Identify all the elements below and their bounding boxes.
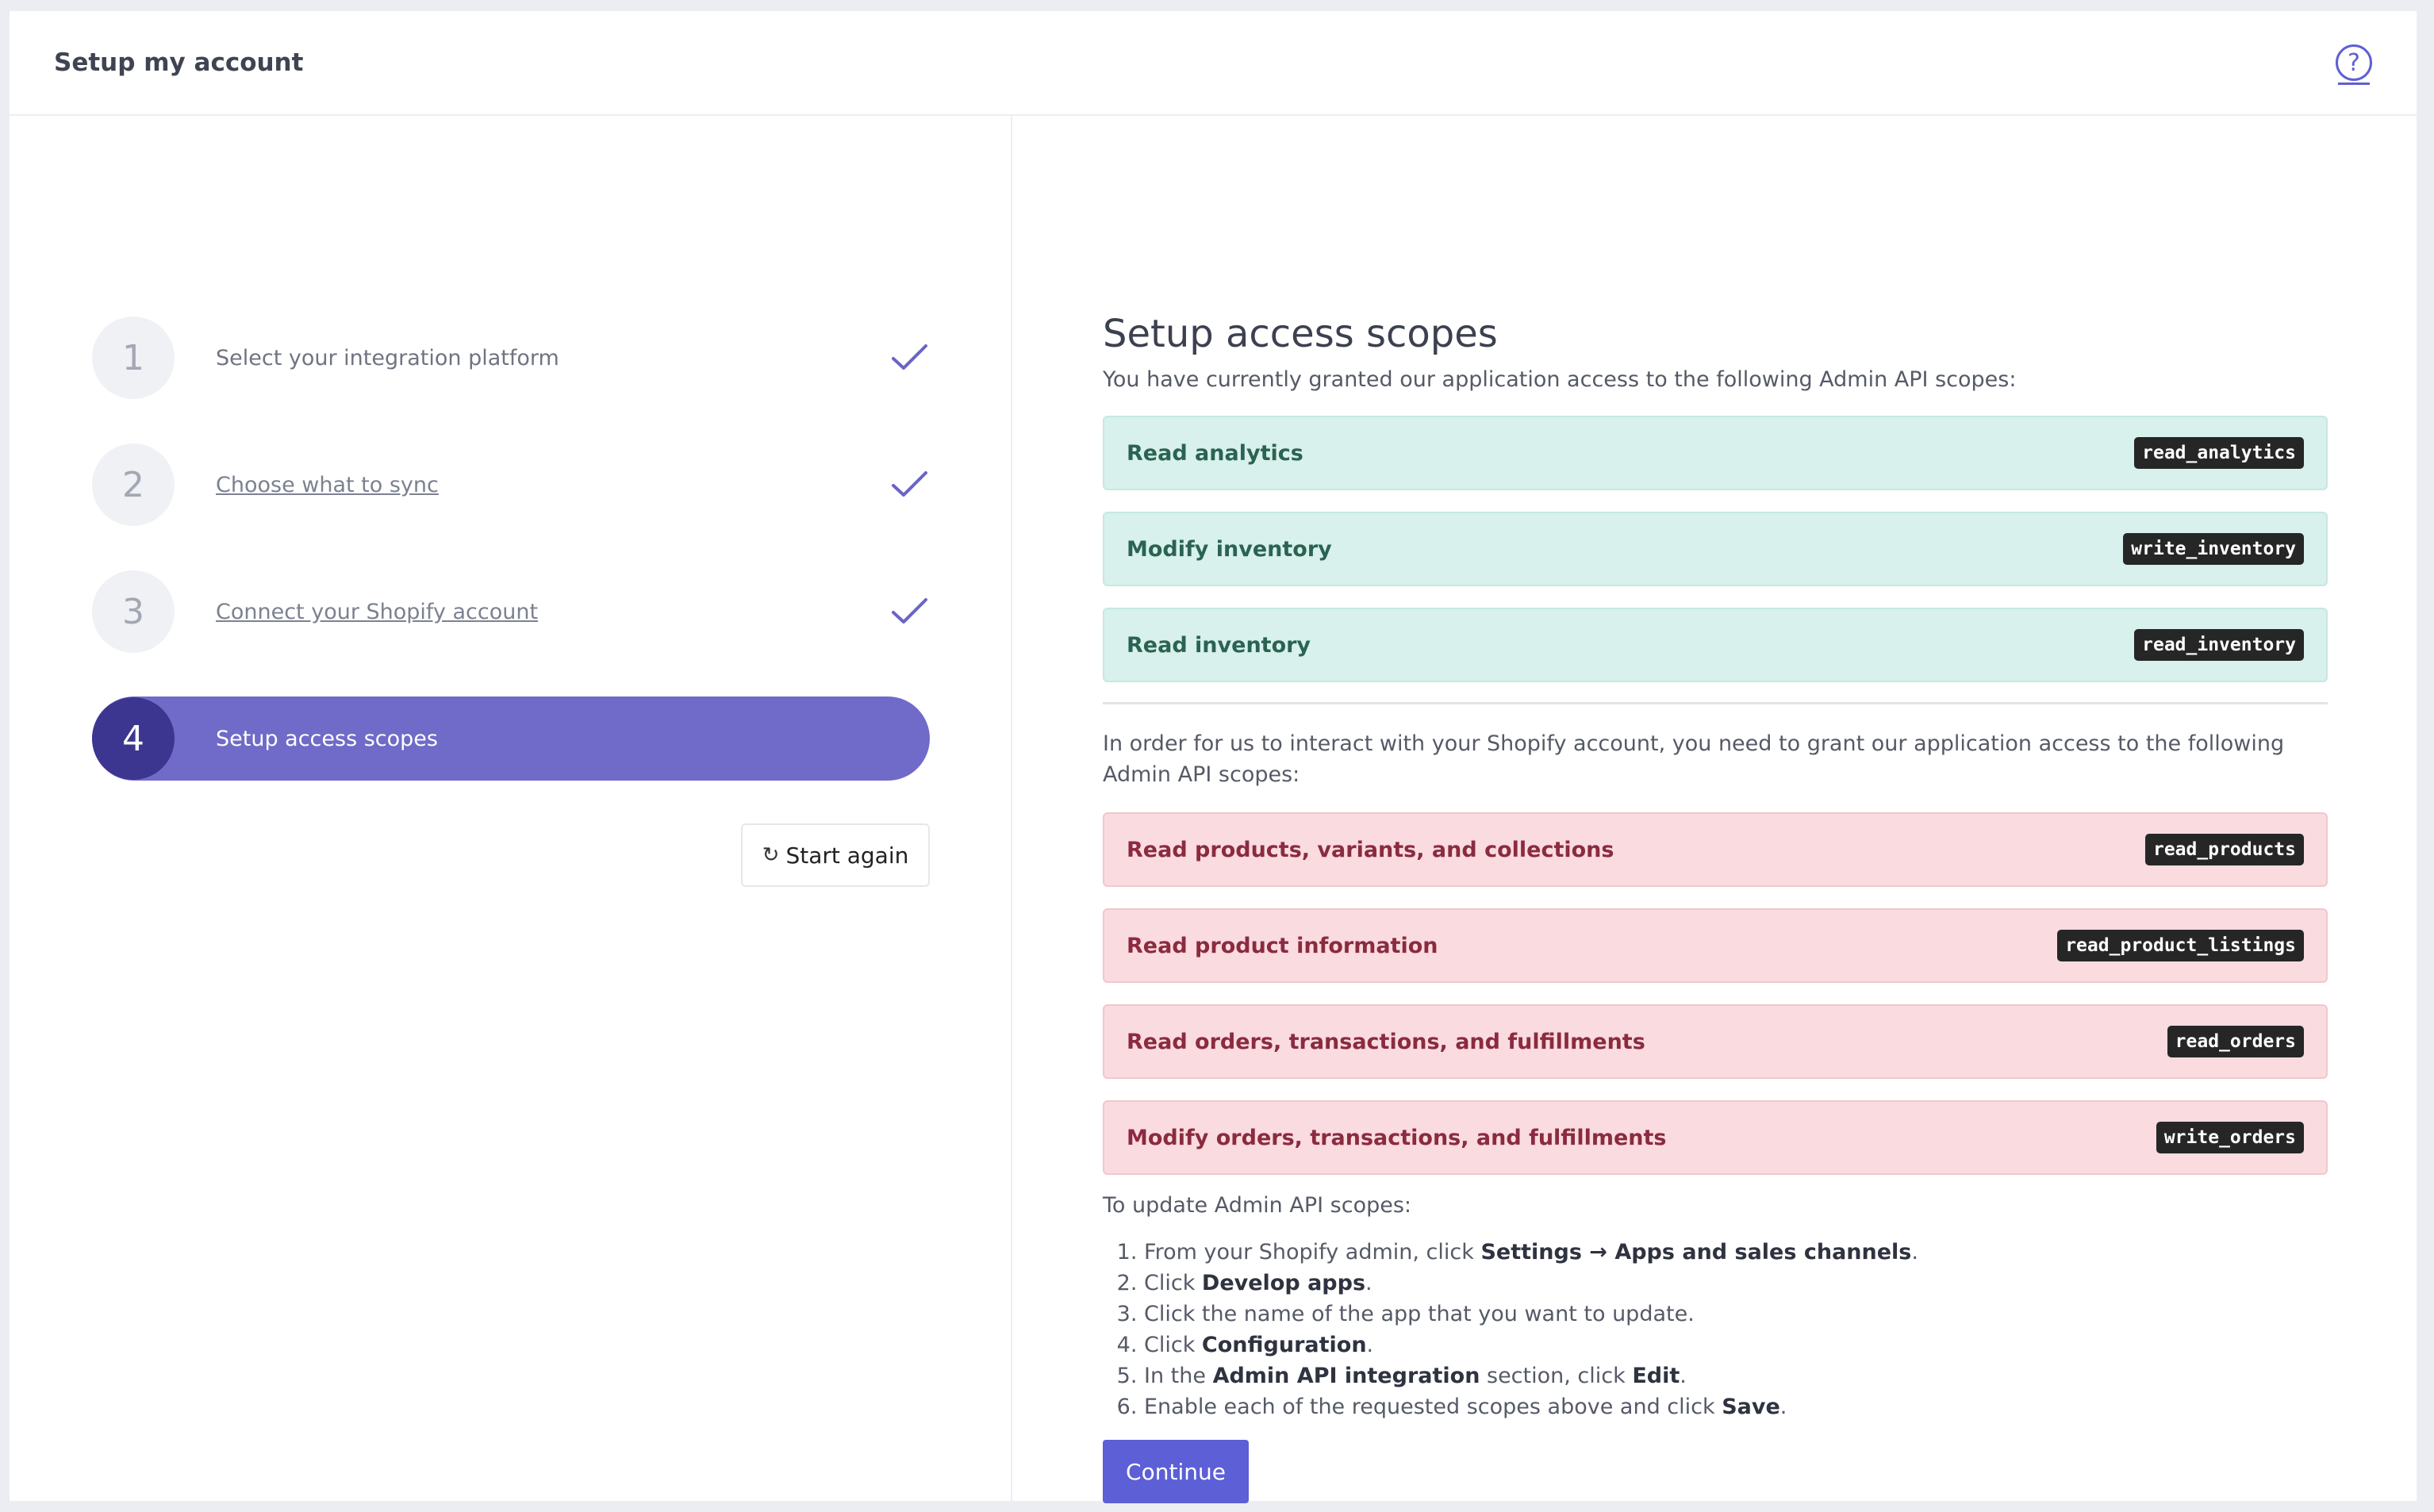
granted-intro: You have currently granted our applicati… <box>1103 367 2017 392</box>
needed-intro: In order for us to interact with your Sh… <box>1103 731 2285 787</box>
instruction-step: Enable each of the requested scopes abov… <box>1144 1391 2417 1422</box>
instruction-step: In the Admin API integration section, cl… <box>1144 1360 2417 1391</box>
scope-name: Read product information <box>1127 933 1438 958</box>
step-number: 1 <box>92 317 175 399</box>
refresh-icon: ↻ <box>762 843 780 867</box>
start-again-label: Start again <box>785 842 909 869</box>
scope-name: Read analytics <box>1127 440 1303 466</box>
scope-item-needed: Read products, variants, and collections… <box>1103 812 2328 887</box>
step-number: 3 <box>92 570 175 653</box>
scope-code: read_inventory <box>2134 629 2304 661</box>
granted-scopes-list: Read analytics read_analytics Modify inv… <box>1103 416 2417 682</box>
step-number: 4 <box>92 697 175 780</box>
scope-code: write_inventory <box>2123 533 2304 565</box>
check-icon <box>892 598 927 624</box>
steps-panel: 1 Select your integration platform 2 Cho… <box>10 116 1012 1501</box>
page-title: Setup my account <box>54 48 304 77</box>
scope-item-granted: Read inventory read_inventory <box>1103 608 2328 682</box>
step-label: Setup access scopes <box>216 726 438 751</box>
scope-code: read_orders <box>2167 1026 2304 1057</box>
scope-name: Read products, variants, and collections <box>1127 837 1614 862</box>
step-4-active: 4 Setup access scopes <box>92 697 930 781</box>
step-link[interactable]: Choose what to sync <box>216 473 890 497</box>
page-header: Setup my account ? <box>10 11 2417 116</box>
setup-card: Setup my account ? 1 Select your integra… <box>10 11 2417 1503</box>
question-circle-icon: ? <box>2348 48 2360 77</box>
scope-code: read_product_listings <box>2057 930 2304 961</box>
check-icon <box>892 471 927 497</box>
scope-name: Modify inventory <box>1127 536 1332 562</box>
scope-item-needed: Read orders, transactions, and fulfillme… <box>1103 1004 2328 1079</box>
scope-item-needed: Read product information read_product_li… <box>1103 908 2328 983</box>
step-label: Select your integration platform <box>216 345 559 370</box>
instructions-list: From your Shopify admin, click Settings … <box>1103 1237 2417 1422</box>
instruction-step: Click Configuration. <box>1144 1330 2417 1360</box>
scope-item-granted: Read analytics read_analytics <box>1103 416 2328 490</box>
step-1: 1 Select your integration platform <box>92 316 930 400</box>
scope-item-needed: Modify orders, transactions, and fulfill… <box>1103 1100 2328 1175</box>
scope-name: Modify orders, transactions, and fulfill… <box>1127 1125 1667 1150</box>
divider <box>1103 702 2328 704</box>
scopes-panel: Setup access scopes You have currently g… <box>1012 116 2417 1503</box>
continue-button[interactable]: Continue <box>1103 1440 1249 1503</box>
needed-scopes-list: Read products, variants, and collections… <box>1103 812 2417 1175</box>
help-button[interactable]: ? <box>2336 44 2372 85</box>
step-number: 2 <box>92 443 175 526</box>
scope-code: read_products <box>2144 834 2304 865</box>
instruction-step: From your Shopify admin, click Settings … <box>1144 1237 2417 1268</box>
check-icon <box>892 344 927 370</box>
step-2[interactable]: 2 Choose what to sync <box>92 443 930 527</box>
instruction-step: Click the name of the app that you want … <box>1144 1299 2417 1330</box>
section-title: Setup access scopes <box>1103 312 1498 356</box>
instruction-step: Click Develop apps. <box>1144 1268 2417 1299</box>
start-again-button[interactable]: ↻ Start again <box>741 823 930 887</box>
scope-code: read_analytics <box>2134 437 2304 469</box>
step-link[interactable]: Connect your Shopify account <box>216 600 890 624</box>
step-3[interactable]: 3 Connect your Shopify account <box>92 570 930 654</box>
update-title: To update Admin API scopes: <box>1103 1193 1411 1218</box>
scope-name: Read inventory <box>1127 632 1311 658</box>
scope-name: Read orders, transactions, and fulfillme… <box>1127 1029 1645 1054</box>
scope-item-granted: Modify inventory write_inventory <box>1103 512 2328 586</box>
scope-code: write_orders <box>2156 1122 2304 1153</box>
